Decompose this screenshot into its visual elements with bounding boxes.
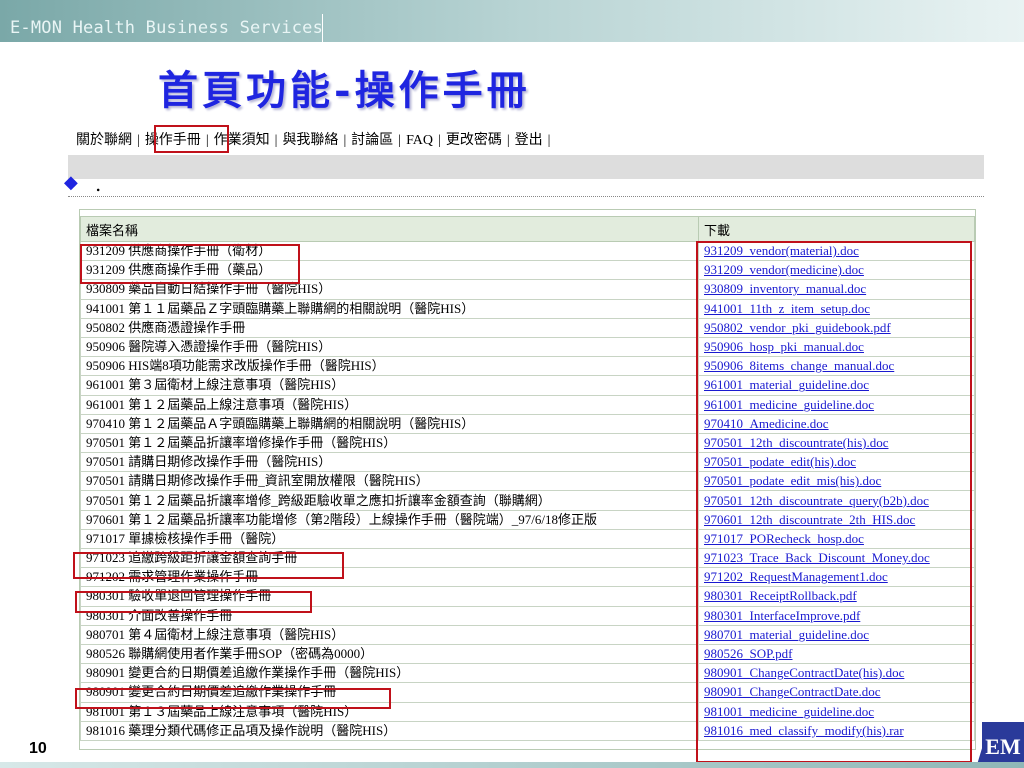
nav-item-3[interactable]: 與我聯絡 [282, 133, 338, 148]
file-name-cell: 970501 請購日期修改操作手冊（醫院HIS） [80, 452, 699, 473]
file-name-cell: 950802 供應商憑證操作手冊 [80, 317, 699, 338]
page-number: 10 [29, 740, 47, 757]
nav-item-4[interactable]: 討論區 [351, 133, 393, 148]
file-name-cell: 970501 第１２屆藥品折讓率增修操作手冊（醫院HIS） [80, 432, 699, 454]
nav-separator: | [398, 133, 402, 148]
header-file-name: 檔案名稱 [80, 216, 699, 242]
highlight-box-name-2 [73, 552, 344, 579]
nav-item-7[interactable]: 登出 [515, 133, 543, 148]
file-name-cell: 941001 第１１屆藥品Ｚ字頭臨購藥上聯購網的相關說明（醫院HIS） [80, 298, 699, 319]
file-name-cell: 970601 第１２屆藥品折讓率功能增修（第2階段）上線操作手冊（醫院端）_97… [80, 509, 699, 530]
bullet-dot: . [95, 172, 102, 196]
file-name-cell: 981016 藥理分類代碼修正品項及操作說明（醫院HIS） [80, 720, 699, 741]
file-name-cell: 980701 第４屆衛材上線注意事項（醫院HIS） [80, 624, 699, 645]
file-name-cell: 970410 第１２屆藥品Ａ字頭臨購藥上聯購網的相關說明（醫院HIS） [80, 413, 699, 434]
highlight-box-name-3 [75, 591, 312, 613]
file-name-cell: 961001 第３屆衛材上線注意事項（醫院HIS） [80, 375, 699, 396]
nav-separator: | [438, 133, 441, 148]
nav-underline-strip [68, 155, 984, 179]
highlight-box-name-1 [80, 244, 300, 284]
brand-divider [322, 14, 323, 42]
nav-separator: | [506, 133, 510, 148]
nav-item-6[interactable]: 更改密碼 [446, 133, 502, 148]
header-download: 下載 [698, 216, 975, 242]
nav-separator: | [343, 133, 347, 148]
file-name-cell: 950906 HIS端8項功能需求改版操作手冊（醫院HIS） [80, 356, 699, 377]
file-name-cell: 970501 第１２屆藥品折讓率增修_跨級距驗收單之應扣折讓率金額查詢（聯購網） [80, 490, 699, 511]
brand-text: E-MON Health Business Services [10, 18, 324, 38]
highlight-box-downloads [696, 241, 972, 763]
logo-text: EM [985, 734, 1021, 759]
file-name-cell: 971017 單據檢核操作手冊（醫院） [80, 528, 699, 550]
nav-menu: 關於聯網 | 操作手冊 | 作業須知 | 與我聯絡 | 討論區 | FAQ | 更改密碼 | 登出 | [76, 129, 555, 149]
table-header-row: 檔案名稱 下載 [80, 216, 975, 242]
file-name-cell: 980901 變更合約日期價差追繳作業操作手冊（醫院HIS） [80, 663, 699, 684]
nav-separator: | [547, 133, 551, 148]
header-bar: E-MON Health Business Services [0, 0, 1024, 42]
nav-item-0[interactable]: 關於聯網 [76, 133, 132, 148]
nav-separator: | [274, 133, 278, 148]
nav-separator: | [137, 133, 140, 148]
file-name-cell: 980526 聯購網使用者作業手冊SOP（密碼為0000） [80, 643, 699, 665]
nav-item-5[interactable]: FAQ [406, 133, 433, 148]
diamond-bullet-icon: ◆ [64, 172, 78, 193]
slide-title: 首頁功能-操作手冊 [158, 67, 531, 114]
file-name-cell: 970501 請購日期修改操作手冊_資訊室開放權限（醫院HIS） [80, 471, 699, 492]
dotted-divider [68, 196, 984, 197]
file-name-cell: 950906 醫院導入憑證操作手冊（醫院HIS） [80, 336, 699, 358]
file-name-cell: 961001 第１２屆藥品上線注意事項（醫院HIS） [80, 394, 699, 415]
footer-bar [0, 762, 1024, 768]
nav-highlight-box [154, 125, 229, 153]
highlight-box-name-4 [75, 688, 391, 709]
